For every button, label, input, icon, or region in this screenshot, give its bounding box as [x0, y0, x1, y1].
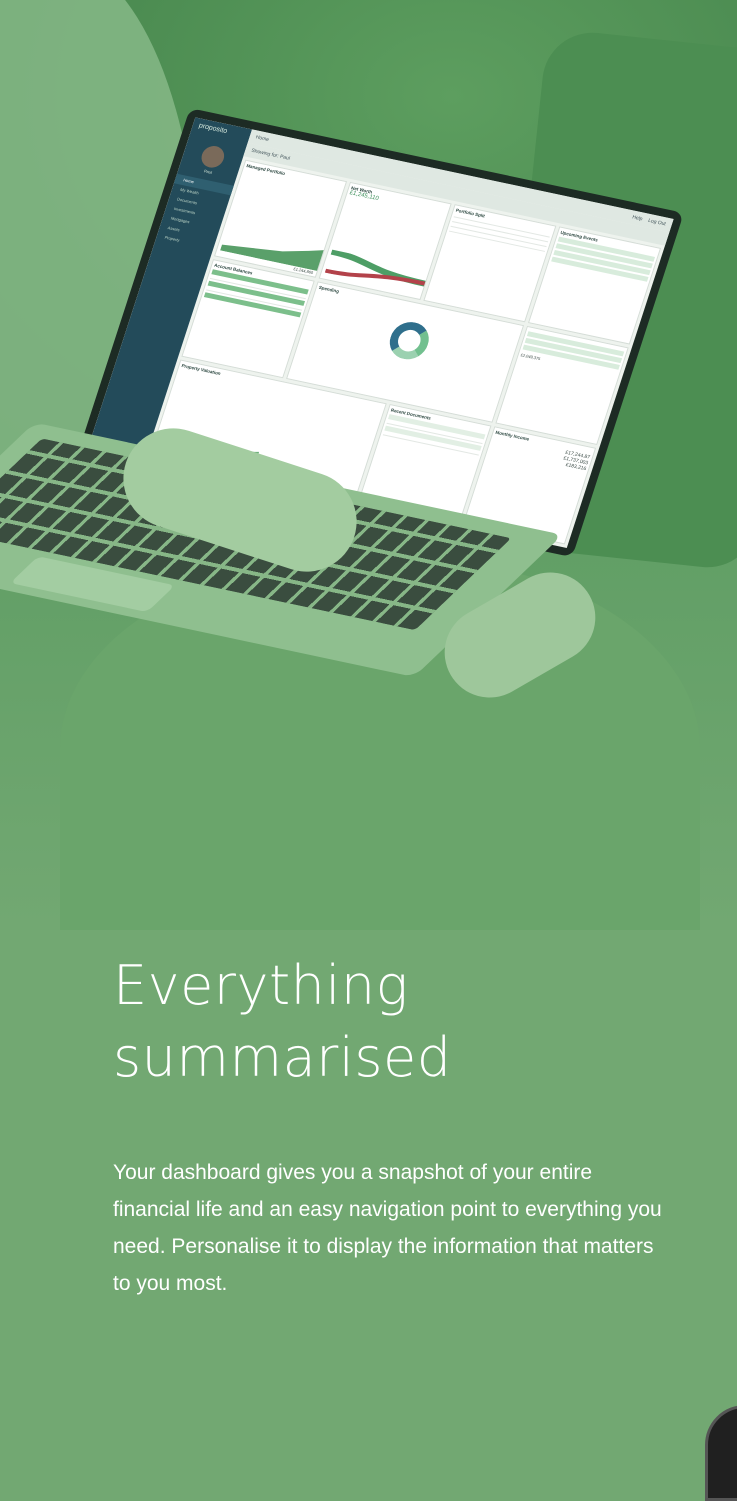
hero-photo: proposito Paul Home My Wealth Documents … [0, 0, 737, 930]
copy-block: Everything summarised Your dashboard giv… [113, 950, 673, 1323]
headline-line-1: Everything [113, 954, 409, 1017]
app-logo: proposito [197, 122, 229, 136]
avatar [198, 144, 228, 170]
headline: Everything summarised [113, 950, 673, 1094]
headline-line-2: summarised [113, 1026, 452, 1089]
body-text: Your dashboard gives you a snapshot of y… [113, 1161, 662, 1295]
donut-chart [384, 318, 434, 364]
corner-object [705, 1405, 737, 1501]
